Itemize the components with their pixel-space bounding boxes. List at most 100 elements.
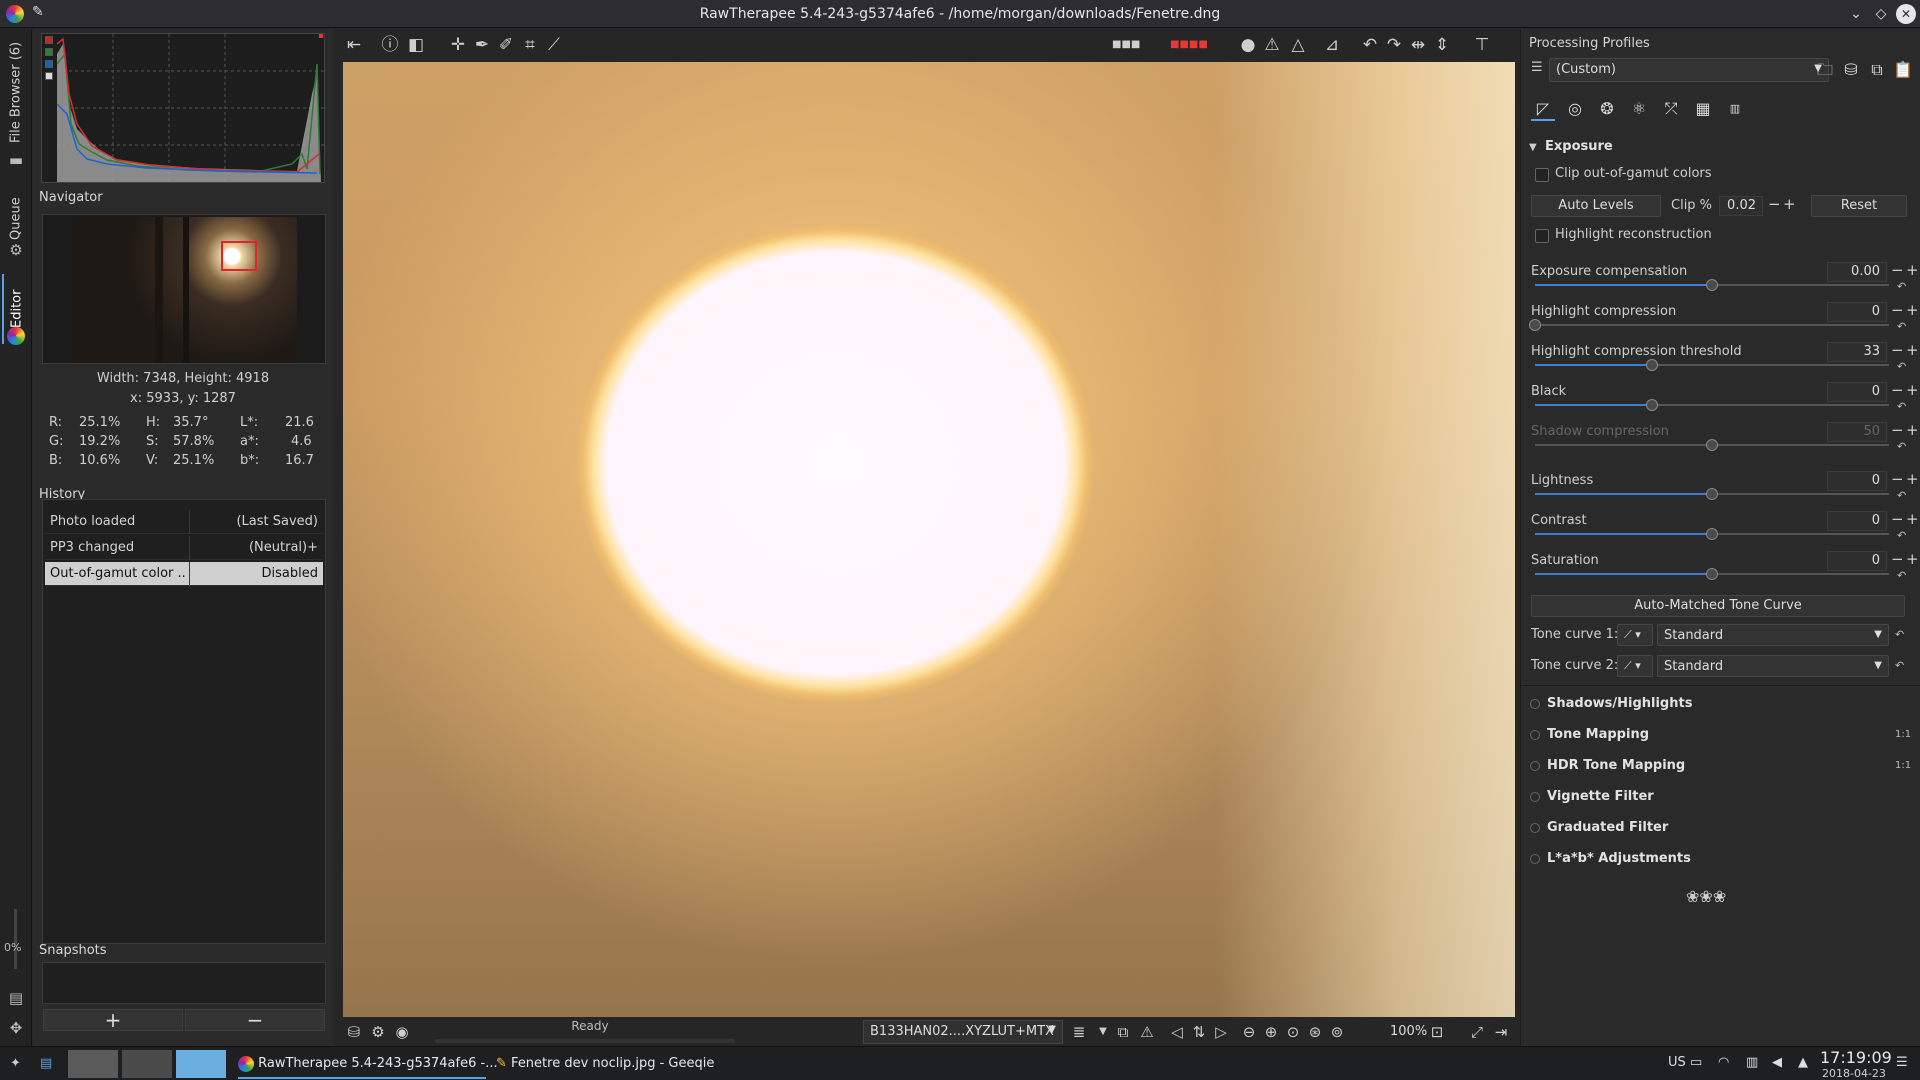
history-row[interactable]: PP3 changed (Neutral)+ [45,536,323,560]
move-icon[interactable]: ✥ [7,1019,25,1037]
shadow-clipping-warning-icon[interactable]: ⚠ [1260,33,1284,57]
collapse-right-panel-icon[interactable]: ⇥ [1490,1021,1512,1043]
tool-section-2[interactable]: HDR Tone Mapping 1:1 [1521,755,1920,781]
clip-increment-button[interactable]: + [1783,195,1796,213]
straighten-icon[interactable]: ⟋ [542,33,566,57]
previous-image-icon[interactable]: ◁ [1166,1021,1188,1043]
slider-track[interactable] [1535,404,1889,406]
taskbar-geeqie[interactable]: ✎ Fenetre dev noclip.jpg - Geeqie [496,1049,714,1079]
white-balance-picker-icon[interactable]: ✒ [470,33,494,57]
slider-increment-button[interactable]: + [1906,341,1919,359]
rotate-left-icon[interactable]: ↶ [1358,33,1382,57]
expand-arrow-icon[interactable]: ▼ [1529,142,1537,153]
copy-profile-icon[interactable]: ⧉ [1865,58,1889,82]
launcher-icon[interactable]: ✦ [10,1049,21,1079]
processing-profile-select[interactable]: (Custom) ▼ [1549,58,1829,82]
tone-curve-1-mode-select[interactable]: Standard ▼ [1657,624,1889,646]
slider-decrement-button[interactable]: − [1891,470,1904,488]
battery-icon[interactable]: ▭ [1690,1055,1702,1070]
detail-tab-icon[interactable]: ◎ [1563,97,1587,121]
slider-value-input[interactable]: 0 [1827,302,1887,322]
queue-icon[interactable]: ⚙ [367,1021,389,1043]
close-icon[interactable]: ✕ [1896,4,1916,24]
tool-section-1[interactable]: Tone Mapping 1:1 [1521,724,1920,750]
clipboard-icon[interactable]: ▥ [1746,1055,1758,1070]
desktop-3[interactable] [176,1050,226,1078]
tray-expand-icon[interactable]: ▲ [1798,1055,1808,1070]
image-preview[interactable] [343,62,1515,1017]
slider-decrement-button[interactable]: − [1891,261,1904,279]
zoom-out-icon[interactable]: ⊖ [1238,1021,1260,1043]
tool-enable-toggle[interactable] [1530,792,1540,802]
metadata-tab-icon[interactable]: ▥ [1723,97,1747,121]
monitor-profile-select[interactable]: B133HAN02....XYZLUT+MTX ▼ [863,1020,1063,1044]
tone-curve-1-reset-icon[interactable]: ↶ [1895,628,1904,641]
sync-icon[interactable]: ⇅ [1188,1021,1210,1043]
histogram-green-toggle[interactable] [45,48,53,56]
reset-button[interactable]: Reset [1811,195,1907,217]
tone-curve-2-type-select[interactable]: ⟋ ▾ [1617,655,1653,677]
before-after-icon[interactable]: ◧ [404,33,428,57]
add-snapshot-button[interactable]: + [43,1009,183,1031]
navigator-preview[interactable] [42,214,326,364]
slider-decrement-button[interactable]: − [1891,550,1904,568]
tone-curve-2-mode-select[interactable]: Standard ▼ [1657,655,1889,677]
tool-enable-toggle[interactable] [1530,699,1540,709]
tool-section-0[interactable]: Shadows/Highlights [1521,693,1920,719]
exposure-tab-icon[interactable]: ◸ [1531,97,1555,121]
clip-percent-input[interactable]: 0.02 [1719,196,1763,216]
tone-curve-1-type-select[interactable]: ⟋ ▾ [1617,624,1653,646]
volume-icon[interactable]: ◀ [1772,1055,1782,1070]
layout-icon[interactable]: ▤ [7,989,25,1007]
slider-increment-button[interactable]: + [1906,470,1919,488]
clock-time[interactable]: 17:19:09 [1820,1048,1892,1067]
slider-value-input[interactable]: 33 [1827,342,1887,362]
slider-value-input[interactable]: 0 [1827,511,1887,531]
slider-reset-icon[interactable]: ↶ [1897,569,1906,582]
slider-track[interactable] [1535,324,1889,326]
color-tab-icon[interactable]: ❂ [1595,97,1619,121]
slider-handle[interactable] [1706,279,1718,291]
tool-enable-toggle[interactable] [1530,854,1540,864]
collapse-top-icon[interactable]: ⊤ [1470,33,1494,57]
slider-reset-icon[interactable]: ↶ [1897,360,1906,373]
slider-reset-icon[interactable]: ↶ [1897,280,1906,293]
background-color-icon[interactable]: ■■■ [1112,33,1140,57]
next-image-icon[interactable]: ▷ [1210,1021,1232,1043]
slider-increment-button[interactable]: + [1906,261,1919,279]
external-editor-icon[interactable]: ◉ [391,1021,413,1043]
new-detail-window-icon[interactable]: ⊡ [1426,1021,1448,1043]
rendering-intent-icon[interactable]: ≣ [1068,1021,1090,1043]
exposure-header[interactable]: Exposure [1545,139,1613,154]
minimize-icon[interactable]: ⌄ [1846,4,1866,24]
tool-section-title[interactable]: Graduated Filter [1547,820,1668,835]
slider-increment-button[interactable]: + [1906,381,1919,399]
slider-reset-icon[interactable]: ↶ [1897,400,1906,413]
raw-tab-icon[interactable]: ▦ [1691,97,1715,121]
slider-increment-button[interactable]: + [1906,510,1919,528]
histogram-red-toggle[interactable] [45,36,53,44]
advanced-tab-icon[interactable]: ⚛ [1627,97,1651,121]
tool-section-3[interactable]: Vignette Filter [1521,786,1920,812]
rotate-right-icon[interactable]: ↷ [1382,33,1406,57]
tool-enable-toggle[interactable] [1530,761,1540,771]
auto-matched-tone-curve-button[interactable]: Auto-Matched Tone Curve [1531,595,1905,617]
zoom-fit-icon[interactable]: ⊙ [1282,1021,1304,1043]
keyboard-layout[interactable]: US [1668,1055,1686,1070]
histogram-blue-toggle[interactable] [45,60,53,68]
slider-reset-icon[interactable]: ↶ [1897,320,1906,333]
maximize-icon[interactable]: ◇ [1871,4,1891,24]
paste-profile-icon[interactable]: 📋 [1891,58,1915,82]
hand-tool-icon[interactable]: ✛ [446,33,470,57]
flip-horizontal-icon[interactable]: ⇹ [1406,33,1430,57]
history-row[interactable]: Photo loaded (Last Saved) [45,510,323,534]
save-profile-icon[interactable]: ⛁ [1839,58,1863,82]
auto-levels-button[interactable]: Auto Levels [1531,195,1661,217]
slider-handle[interactable] [1706,488,1718,500]
slider-decrement-button[interactable]: − [1891,381,1904,399]
clip-decrement-button[interactable]: − [1768,195,1781,213]
navigator-viewport-frame[interactable] [221,241,257,271]
crop-icon[interactable]: ⌗ [518,33,542,57]
slider-decrement-button[interactable]: − [1891,510,1904,528]
desktop-1[interactable] [68,1050,118,1078]
